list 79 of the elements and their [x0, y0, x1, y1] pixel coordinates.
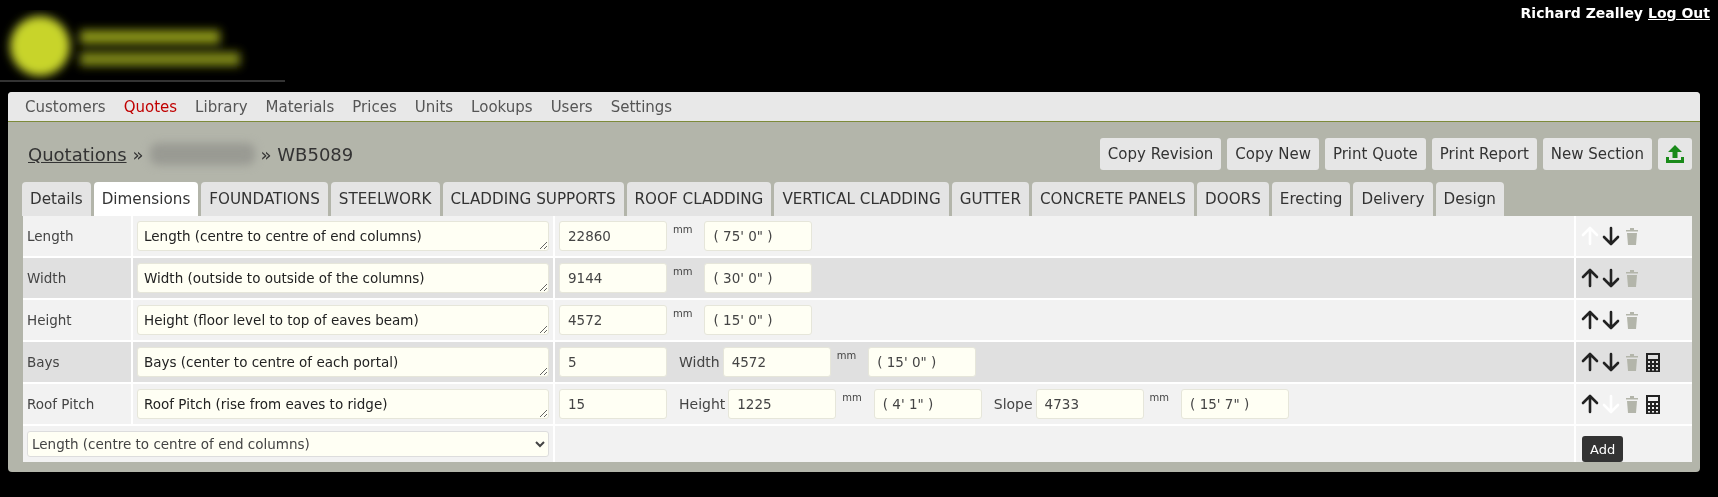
imperial-field[interactable]: ( 15' 7" ) [1181, 389, 1290, 419]
measure-label: Slope [993, 396, 1033, 412]
imperial-field[interactable]: ( 4' 1" ) [873, 389, 982, 419]
description-field[interactable]: Bays (center to centre of each portal) [137, 347, 549, 377]
row-label: Length [23, 216, 131, 256]
imperial-field[interactable]: ( 75' 0" ) [704, 221, 813, 251]
breadcrumb-separator: » [132, 143, 144, 165]
measure-label: Width [679, 354, 720, 370]
value-field[interactable]: 22860 [559, 221, 667, 251]
row-label: Height [23, 300, 131, 340]
tab[interactable]: Details [22, 182, 91, 216]
row-label: Bays [23, 342, 131, 382]
unit-label: mm [842, 392, 862, 403]
upload-button[interactable] [1658, 138, 1692, 170]
down-arrow-icon[interactable] [1601, 267, 1621, 289]
down-arrow-icon[interactable] [1601, 309, 1621, 331]
tab[interactable]: VERTICAL CLADDING [774, 182, 949, 216]
imperial-field[interactable]: ( 15' 0" ) [868, 347, 977, 377]
up-arrow-icon[interactable] [1580, 267, 1600, 289]
down-arrow-icon[interactable] [1601, 351, 1621, 373]
unit-label: mm [673, 308, 693, 319]
unit-label: mm [836, 350, 857, 361]
value-field[interactable]: 9144 [559, 263, 667, 293]
action-button[interactable]: Print Quote [1324, 138, 1426, 170]
action-button[interactable]: Copy Revision [1099, 138, 1222, 170]
nav-item[interactable]: Users [542, 97, 601, 116]
user-name: Richard Zealley [1520, 5, 1643, 21]
value-field[interactable]: 15 [559, 389, 667, 419]
value-field[interactable]: 4733 [1035, 389, 1144, 419]
tab[interactable]: Dimensions [93, 182, 199, 216]
nav-item[interactable]: Prices [344, 97, 405, 116]
unit-label: mm [1149, 392, 1170, 403]
up-arrow-icon[interactable] [1580, 351, 1600, 373]
nav-item[interactable]: Materials [257, 97, 343, 116]
upload-icon [1664, 143, 1686, 165]
nav-item[interactable]: Lookups [463, 97, 541, 116]
nav-item[interactable]: Units [406, 97, 462, 116]
tab[interactable]: STEELWORK [330, 182, 440, 216]
tab[interactable]: GUTTER [951, 182, 1029, 216]
dimension-select[interactable]: Length (centre to centre of end columns) [27, 431, 549, 457]
value-field[interactable]: 1225 [728, 389, 837, 419]
value-field[interactable]: 5 [559, 347, 667, 377]
breadcrumb-current: » WB5089 [260, 143, 354, 165]
tab[interactable]: ROOF CLADDING [626, 182, 772, 216]
tab[interactable]: DOORS [1197, 182, 1269, 216]
tab[interactable]: FOUNDATIONS [201, 182, 328, 216]
tab[interactable]: Delivery [1353, 182, 1433, 216]
up-arrow-icon[interactable] [1580, 393, 1600, 415]
row-label: Roof Pitch [23, 384, 131, 424]
tab[interactable]: CLADDING SUPPORTS [442, 182, 624, 216]
calculator-icon[interactable] [1643, 351, 1663, 373]
unit-label: mm [673, 224, 693, 235]
log-out-link[interactable]: Log Out [1648, 5, 1710, 21]
add-button[interactable]: Add [1582, 436, 1624, 462]
nav-item[interactable]: Quotes [115, 97, 186, 116]
imperial-field[interactable]: ( 30' 0" ) [704, 263, 813, 293]
nav-item[interactable]: Settings [602, 97, 681, 116]
action-button[interactable]: Print Report [1431, 138, 1537, 170]
action-button[interactable]: Copy New [1227, 138, 1319, 170]
unit-label: mm [673, 266, 693, 277]
down-arrow-icon[interactable] [1601, 225, 1621, 247]
imperial-field[interactable]: ( 15' 0" ) [704, 305, 813, 335]
tab[interactable]: CONCRETE PANELS [1032, 182, 1194, 216]
description-field[interactable]: Roof Pitch (rise from eaves to ridge) [137, 389, 549, 419]
breadcrumb-link[interactable]: Quotations [28, 143, 127, 165]
up-arrow-icon[interactable] [1580, 309, 1600, 331]
tab[interactable]: Design [1435, 182, 1504, 216]
calculator-icon[interactable] [1643, 393, 1663, 415]
description-field[interactable]: Length (centre to centre of end columns) [137, 221, 549, 251]
nav-item[interactable]: Library [187, 97, 256, 116]
tab[interactable]: Erecting [1271, 182, 1351, 216]
value-field[interactable]: 4572 [559, 305, 667, 335]
description-field[interactable]: Height (floor level to top of eaves beam) [137, 305, 549, 335]
row-label: Width [23, 258, 131, 298]
nav-item[interactable]: Customers [17, 97, 114, 116]
action-button[interactable]: New Section [1542, 138, 1652, 170]
value-field[interactable]: 4572 [722, 347, 831, 377]
measure-label: Height [679, 396, 726, 412]
description-field[interactable]: Width (outside to outside of the columns) [137, 263, 549, 293]
